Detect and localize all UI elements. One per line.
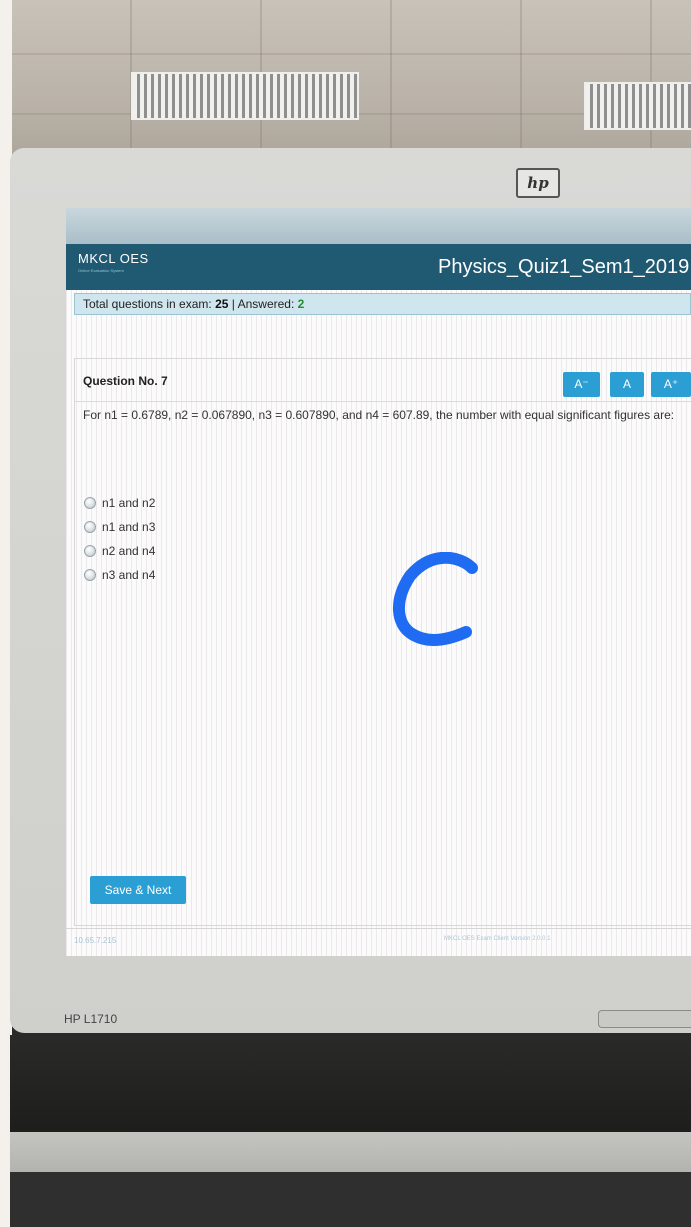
handwritten-answer-mark bbox=[392, 552, 478, 646]
monitor-stand bbox=[10, 1035, 691, 1135]
option-label[interactable]: n1 and n2 bbox=[102, 496, 155, 510]
option-label[interactable]: n3 and n4 bbox=[102, 568, 155, 582]
answer-options: n1 and n2 n1 and n3 n2 and n4 n3 and n4 bbox=[84, 491, 155, 587]
option-1[interactable]: n1 and n2 bbox=[84, 491, 155, 515]
desk-front bbox=[10, 1172, 691, 1227]
radio-unselected-icon[interactable] bbox=[84, 569, 96, 581]
question-divider bbox=[74, 401, 691, 402]
option-label[interactable]: n1 and n3 bbox=[102, 520, 155, 534]
ceiling-vent bbox=[584, 82, 691, 130]
status-separator: | bbox=[231, 297, 235, 311]
question-text: For n1 = 0.6789, n2 = 0.067890, n3 = 0.6… bbox=[83, 408, 675, 422]
exam-status-bar: Total questions in exam: 25 | Answered: … bbox=[74, 293, 691, 315]
save-next-button[interactable]: Save & Next bbox=[90, 876, 186, 904]
decrease-font-button[interactable]: A⁻ bbox=[563, 372, 600, 397]
increase-font-button[interactable]: A⁺ bbox=[651, 372, 691, 397]
client-ip: 10.65.7.215 bbox=[74, 936, 117, 945]
radio-unselected-icon[interactable] bbox=[84, 545, 96, 557]
hp-logo-icon: hp bbox=[516, 168, 560, 198]
brand-logo: MKCL OES bbox=[78, 251, 149, 266]
reset-font-button[interactable]: A bbox=[610, 372, 644, 397]
monitor-power-button[interactable] bbox=[598, 1010, 691, 1028]
exam-title: Physics_Quiz1_Sem1_2019 bbox=[438, 256, 690, 278]
total-questions-value: 25 bbox=[215, 297, 229, 311]
question-number: Question No. 7 bbox=[83, 374, 168, 388]
option-2[interactable]: n1 and n3 bbox=[84, 515, 155, 539]
brand-subtitle: Online Evaluation System bbox=[78, 268, 124, 273]
answered-label: Answered: bbox=[237, 297, 295, 311]
handwritten-c-stroke bbox=[392, 552, 478, 646]
footer-divider bbox=[66, 928, 691, 929]
desk-edge bbox=[10, 1132, 691, 1172]
option-3[interactable]: n2 and n4 bbox=[84, 539, 155, 563]
option-4[interactable]: n3 and n4 bbox=[84, 563, 155, 587]
radio-unselected-icon[interactable] bbox=[84, 497, 96, 509]
exam-screen: MKCL OES Online Evaluation System Physic… bbox=[66, 208, 691, 956]
radio-unselected-icon[interactable] bbox=[84, 521, 96, 533]
ceiling-vent bbox=[131, 72, 359, 120]
monitor-model-label: HP L1710 bbox=[64, 1012, 118, 1026]
question-panel bbox=[74, 358, 691, 926]
browser-top-strip bbox=[66, 208, 691, 244]
client-version: MKCL OES Exam Client Version 2.0.0.1 bbox=[444, 936, 551, 942]
answered-value: 2 bbox=[297, 297, 305, 311]
option-label[interactable]: n2 and n4 bbox=[102, 544, 155, 558]
total-questions-label: Total questions in exam: bbox=[83, 297, 212, 311]
